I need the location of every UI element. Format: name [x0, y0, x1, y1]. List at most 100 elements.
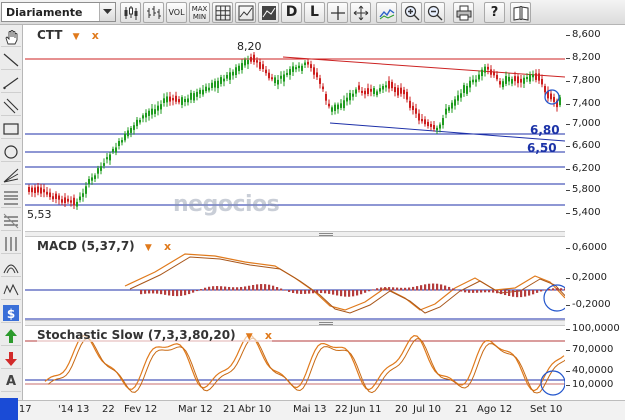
candle-body — [28, 186, 30, 192]
macd-axis-tick — [566, 248, 570, 249]
macd-histogram-bar — [492, 290, 495, 293]
panel-menu-arrow-icon[interactable]: ▼ — [246, 332, 253, 342]
panel-close-icon[interactable]: x — [92, 29, 99, 42]
candle-body — [238, 65, 240, 72]
candle-body — [538, 73, 540, 81]
book-button[interactable] — [510, 2, 531, 23]
stoch-axis-tick — [566, 371, 570, 372]
candle-body — [523, 77, 525, 84]
period-high-label: 8,20 — [237, 40, 262, 53]
candle-body — [226, 74, 228, 79]
candle-body — [307, 61, 309, 65]
panel-menu-arrow-icon[interactable]: ▼ — [73, 32, 80, 42]
candle-body — [355, 89, 357, 94]
macd-panel[interactable]: MACD (5,37,7) ▼ x — [25, 238, 565, 320]
macd-histogram-bar — [528, 290, 531, 296]
color-swatch[interactable] — [0, 398, 18, 420]
indicator-button[interactable] — [376, 2, 397, 23]
macd-histogram-bar — [220, 286, 223, 291]
panel-close-icon[interactable]: x — [164, 240, 171, 253]
panel-splitter[interactable] — [25, 320, 565, 326]
sell-arrow-tool[interactable] — [1, 349, 21, 369]
circle-tool[interactable] — [1, 142, 21, 162]
trend-line-tool[interactable] — [1, 73, 21, 93]
fan-tool[interactable] — [1, 165, 21, 185]
arc-tool[interactable] — [1, 257, 21, 277]
crosshair-button[interactable] — [327, 2, 348, 23]
macd-histogram-bar — [196, 290, 199, 292]
linear-scale-button[interactable]: L — [304, 2, 325, 23]
max-min-button[interactable]: MAX MIN — [189, 2, 210, 23]
buy-arrow-tool[interactable] — [1, 326, 21, 346]
daily-button[interactable]: D — [281, 2, 302, 23]
candle-body — [529, 74, 531, 82]
fibonacci-tool[interactable] — [1, 188, 21, 208]
candle-body — [481, 69, 483, 77]
candle-body — [127, 130, 129, 137]
compare-button[interactable] — [235, 2, 256, 23]
hand-tool[interactable] — [1, 27, 21, 47]
macd-histogram-bar — [320, 290, 323, 294]
dollar-tool[interactable]: $ — [1, 303, 21, 323]
macd-histogram-bar — [328, 290, 331, 294]
line-tool[interactable] — [1, 50, 21, 70]
macd-histogram-bar — [556, 288, 559, 291]
candle-body — [208, 87, 210, 91]
panel-splitter[interactable] — [25, 231, 565, 237]
bar-chart-button[interactable] — [143, 2, 164, 23]
dark-mode-button[interactable] — [258, 2, 279, 23]
price-axis-tick — [566, 213, 570, 214]
period-select[interactable]: Diariamente — [1, 2, 116, 22]
candle-body — [295, 67, 297, 70]
stochastic-panel[interactable]: Stochastic Slow (7,3,3,80,20) ▼ x — [25, 327, 565, 399]
print-button[interactable] — [453, 2, 474, 23]
horizontal-line-icon — [3, 213, 19, 229]
help-button[interactable]: ? — [484, 2, 505, 23]
candle-body — [352, 93, 354, 97]
horizontal-line-tool[interactable] — [1, 211, 21, 231]
panel-close-icon[interactable]: x — [265, 329, 272, 342]
hand-icon — [5, 30, 18, 45]
candle-chart-button[interactable] — [120, 2, 141, 23]
zoom-out-button[interactable] — [424, 2, 445, 23]
macd-histogram-bar — [468, 290, 471, 293]
macd-title-label: MACD (5,37,7) — [37, 239, 135, 253]
date-axis: 13 17'14 1322Fev 12Mar 1221Abr 10Mai 132… — [0, 400, 625, 420]
price-chart-panel[interactable]: negocios CTT ▼ x 8,20 5,53 6,80 6,50 — [25, 27, 565, 230]
candle-body — [409, 100, 411, 108]
chevron-down-icon[interactable] — [99, 3, 115, 21]
candle-body — [394, 87, 396, 93]
zoom-in-button[interactable] — [401, 2, 422, 23]
macd-histogram-bar — [508, 290, 511, 297]
volume-button[interactable]: VOL — [166, 2, 187, 23]
macd-signal-line — [129, 256, 565, 314]
candle-body — [448, 107, 450, 111]
level-label-650: 6,50 — [527, 141, 557, 155]
macd-histogram-bar — [360, 290, 363, 295]
move-button[interactable] — [350, 2, 371, 23]
price-chart[interactable] — [25, 27, 565, 230]
period-low-label: 5,53 — [27, 208, 52, 221]
price-axis-label: 5,400 — [572, 207, 601, 218]
macd-histogram-bar — [564, 288, 565, 291]
grid-button[interactable] — [212, 2, 233, 23]
candle-body — [451, 102, 453, 109]
arc-icon — [3, 264, 19, 274]
candle-body — [553, 96, 555, 102]
rectangle-tool[interactable] — [1, 119, 21, 139]
vertical-line-tool[interactable] — [1, 234, 21, 254]
candle-body — [334, 104, 336, 111]
text-tool[interactable]: A — [1, 372, 21, 392]
parallel-lines-tool[interactable] — [1, 96, 21, 116]
grid-icon — [215, 5, 231, 21]
candle-body — [274, 77, 276, 84]
wave-tool[interactable] — [1, 280, 21, 300]
candle-body — [325, 93, 327, 101]
candle-body — [184, 98, 186, 103]
candle-body — [403, 89, 405, 95]
candle-body — [319, 78, 321, 84]
macd-histogram-bar — [408, 287, 411, 291]
macd-histogram-bar — [524, 290, 527, 297]
panel-menu-arrow-icon[interactable]: ▼ — [145, 243, 152, 253]
candle-body — [109, 154, 111, 161]
